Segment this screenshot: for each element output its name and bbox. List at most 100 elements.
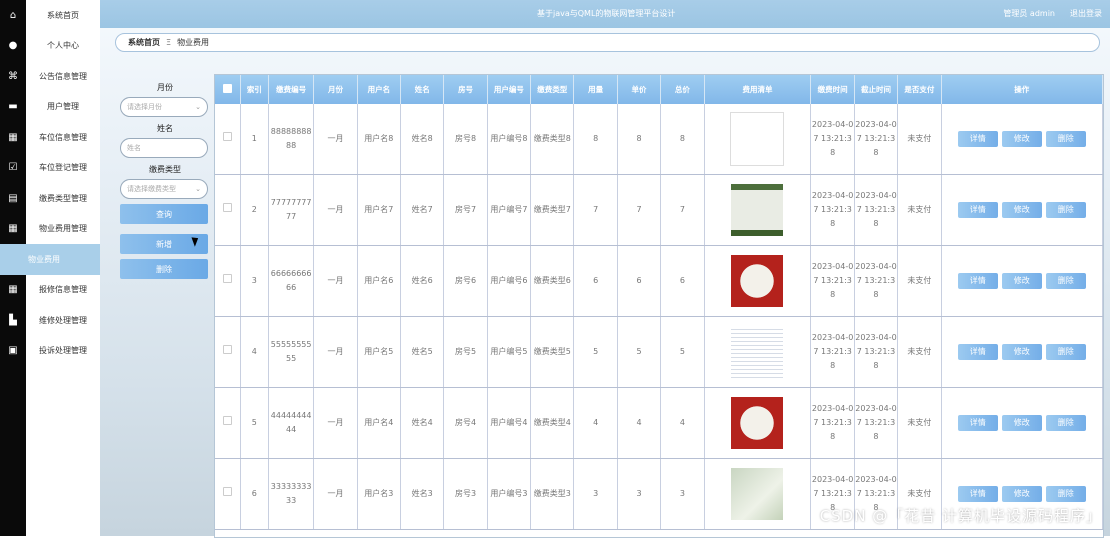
sidebar-item-maintenance[interactable]: 维修处理管理 — [26, 305, 100, 336]
sidebar-item-repair[interactable]: 报修信息管理 — [26, 275, 100, 306]
cell-month: 一月 — [313, 387, 358, 459]
cell-actions: 详情 修改 删除 — [941, 174, 1103, 246]
row-select-cell[interactable] — [215, 104, 241, 175]
cell-code: 8888888888 — [268, 104, 315, 175]
cell-name: 姓名6 — [400, 245, 445, 317]
table-row: 5 4444444444 一月 用户名4 姓名4 房号4 用户编号4 缴费类型4 4 4 4 2023… — [215, 387, 1103, 459]
cell-usage: 6 — [573, 245, 618, 317]
cell-type: 缴费类型6 — [530, 245, 575, 317]
cell-month: 一月 — [313, 104, 358, 175]
fee-list-image[interactable] — [730, 112, 785, 166]
row-select-cell[interactable] — [215, 458, 241, 530]
detail-button[interactable]: 详情 — [957, 344, 998, 360]
table-row: 2 7777777777 一月 用户名7 姓名7 房号7 用户编号7 缴费类型7 7 7 7 2023… — [215, 174, 1103, 246]
fee-list-image[interactable] — [731, 255, 784, 307]
row-select-cell[interactable] — [215, 245, 241, 317]
bow-icon[interactable]: ⌘ — [0, 61, 26, 92]
detail-button[interactable]: 详情 — [957, 415, 998, 431]
sidebar-item-complaint[interactable]: 投诉处理管理 — [26, 336, 100, 367]
grid-icon[interactable]: ▦ — [0, 122, 26, 153]
edit-button[interactable]: 修改 — [1001, 486, 1042, 502]
sidebar-item-property-fee[interactable]: 物业费用 — [26, 244, 100, 275]
detail-button[interactable]: 详情 — [957, 202, 998, 218]
detail-button[interactable]: 详情 — [957, 486, 998, 502]
printer-icon[interactable]: ▣ — [0, 336, 26, 367]
checkbox[interactable] — [222, 132, 232, 141]
header-cell: 房号 — [443, 75, 488, 104]
table-body: 1 8888888888 一月 用户名8 姓名8 房号8 用户编号8 缴费类型8 8 8 8 2023… — [215, 104, 1103, 530]
logout-link[interactable]: 退出登录 — [1070, 8, 1102, 19]
batch-delete-button[interactable]: 删除 — [120, 259, 208, 279]
cell-actions: 详情 修改 删除 — [941, 387, 1103, 459]
delete-button[interactable]: 删除 — [1045, 131, 1086, 147]
delete-button[interactable]: 删除 — [1045, 273, 1086, 289]
checkbox[interactable] — [222, 416, 232, 425]
detail-button[interactable]: 详情 — [957, 131, 998, 147]
icon-rail: ⌂ ● ⌘ ▬ ▦ ☑ ▤ ▦ ▦ ▙ ▣ — [0, 0, 26, 536]
cell-type: 缴费类型5 — [530, 316, 575, 388]
row-select-cell[interactable] — [215, 174, 241, 246]
edit-button[interactable]: 修改 — [1001, 273, 1042, 289]
sidebar-item-parking-info[interactable]: 车位信息管理 — [26, 122, 100, 153]
cell-actions: 详情 修改 删除 — [941, 245, 1103, 317]
sidebar-item-property-fee-manage[interactable]: 物业费用管理 — [26, 214, 100, 245]
edit-button[interactable]: 修改 — [1001, 131, 1042, 147]
delete-button[interactable]: 删除 — [1045, 344, 1086, 360]
delete-button[interactable]: 删除 — [1045, 415, 1086, 431]
cell-username: 用户名8 — [357, 104, 402, 175]
edit-button[interactable]: 修改 — [1001, 202, 1042, 218]
checkbox[interactable] — [222, 345, 232, 354]
home-icon[interactable]: ⌂ — [0, 0, 26, 31]
month-select[interactable]: 请选择月份 ⌄ — [120, 97, 208, 117]
row-select-cell[interactable] — [215, 387, 241, 459]
cell-total: 8 — [660, 104, 705, 175]
cell-price: 7 — [617, 174, 662, 246]
fee-list-image[interactable] — [731, 326, 784, 378]
header-select-all[interactable] — [215, 75, 241, 104]
fee-type-select[interactable]: 请选择缴费类型 ⌄ — [120, 179, 208, 199]
cell-type: 缴费类型8 — [530, 104, 575, 175]
header-cell: 索引 — [240, 75, 269, 104]
detail-button[interactable]: 详情 — [957, 273, 998, 289]
cell-username: 用户名4 — [357, 387, 402, 459]
sidebar-item-profile[interactable]: 个人中心 — [26, 31, 100, 62]
fee-list-image[interactable] — [731, 184, 784, 236]
sidebar-item-fee-type[interactable]: 缴费类型管理 — [26, 183, 100, 214]
edit-button[interactable]: 修改 — [1001, 344, 1042, 360]
checkbox[interactable] — [222, 84, 232, 93]
sidebar-item-home[interactable]: 系统首页 — [26, 0, 100, 31]
car-icon[interactable]: ▙ — [0, 305, 26, 336]
table-icon[interactable]: ▦ — [0, 275, 26, 306]
fee-list-image[interactable] — [731, 468, 784, 520]
checkbox[interactable] — [222, 487, 232, 496]
name-input[interactable]: 姓名 — [120, 138, 208, 158]
cell-deadline: 2023-04-07 13:21:38 — [854, 387, 899, 459]
cell-paid: 未支付 — [897, 104, 942, 175]
cell-name: 姓名7 — [400, 174, 445, 246]
checkbox-icon[interactable]: ☑ — [0, 153, 26, 184]
fee-type-placeholder: 请选择缴费类型 — [127, 185, 176, 193]
edit-button[interactable]: 修改 — [1001, 415, 1042, 431]
grid-icon[interactable]: ▦ — [0, 214, 26, 245]
checkbox[interactable] — [222, 203, 232, 212]
query-button[interactable]: 查询 — [120, 204, 208, 224]
cell-userno: 用户编号6 — [487, 245, 532, 317]
cell-actions: 详情 修改 删除 — [941, 316, 1103, 388]
clipboard-icon[interactable]: ▤ — [0, 183, 26, 214]
cell-paytime: 2023-04-07 13:21:38 — [810, 245, 855, 317]
cell-total: 3 — [660, 458, 705, 530]
delete-button[interactable]: 删除 — [1045, 202, 1086, 218]
sidebar-item-notice[interactable]: 公告信息管理 — [26, 61, 100, 92]
monitor-icon[interactable]: ▬ — [0, 92, 26, 123]
row-select-cell[interactable] — [215, 316, 241, 388]
breadcrumb-home[interactable]: 系统首页 — [128, 37, 160, 48]
cell-room: 房号8 — [443, 104, 488, 175]
checkbox[interactable] — [222, 274, 232, 283]
delete-button[interactable]: 删除 — [1045, 486, 1086, 502]
sidebar-item-parking-register[interactable]: 车位登记管理 — [26, 153, 100, 184]
cell-paid: 未支付 — [897, 245, 942, 317]
user-icon[interactable]: ● — [0, 31, 26, 62]
sidebar-item-users[interactable]: 用户管理 — [26, 92, 100, 123]
fee-list-image[interactable] — [731, 397, 784, 449]
cell-paid: 未支付 — [897, 387, 942, 459]
